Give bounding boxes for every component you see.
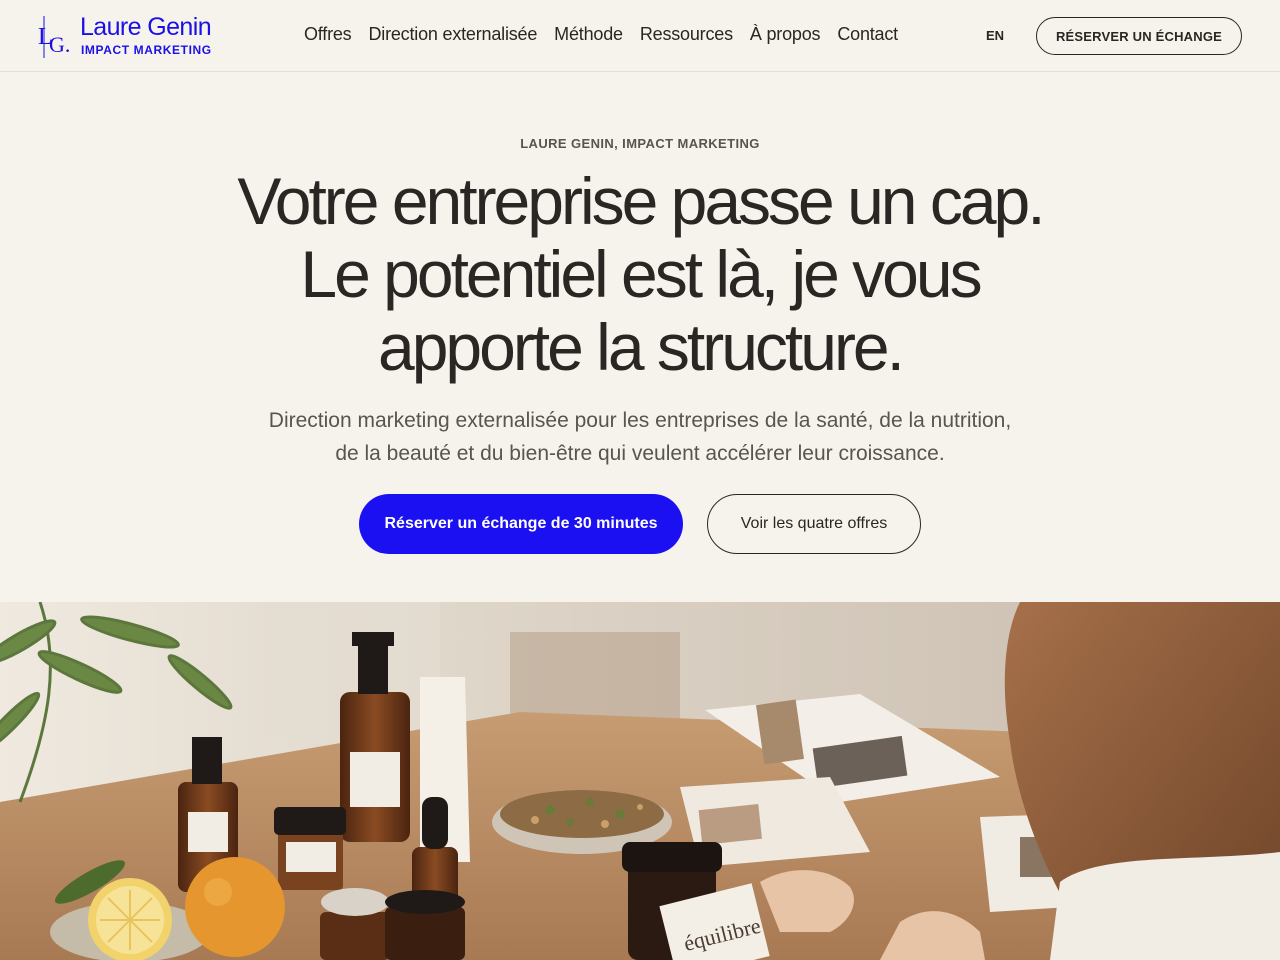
header-book-button[interactable]: RÉSERVER UN ÉCHANGE — [1036, 17, 1242, 55]
view-offers-button[interactable]: Voir les quatre offres — [707, 494, 921, 554]
logo-monogram-icon: L G. — [38, 16, 70, 58]
hero-subtitle-line: Direction marketing externalisée pour le… — [268, 409, 1012, 432]
nav-item-methode[interactable]: Méthode — [554, 24, 623, 45]
logo-tagline: IMPACT MARKETING — [81, 43, 212, 57]
language-switch[interactable]: EN — [986, 28, 1004, 43]
hero-title-line: apporte la structure. — [378, 310, 905, 384]
book-call-button[interactable]: Réserver un échange de 30 minutes — [359, 494, 683, 554]
hero-title-line: Le potentiel est là, je vous — [300, 237, 982, 311]
hero-image: équilibre — [0, 602, 1280, 960]
nav-item-offres[interactable]: Offres — [304, 24, 352, 45]
logo[interactable]: L G. Laure Genin IMPACT MARKETING — [36, 12, 246, 62]
logo-name: Laure Genin — [80, 13, 212, 41]
site-header: L G. Laure Genin IMPACT MARKETING Offres… — [0, 0, 1280, 72]
hero-title: Votre entreprise passe un cap. Le potent… — [100, 165, 1180, 384]
nav-item-contact[interactable]: Contact — [837, 24, 898, 45]
hero-eyebrow: LAURE GENIN, IMPACT MARKETING — [520, 136, 760, 151]
nav-item-direction-externalisee[interactable]: Direction externalisée — [368, 24, 537, 45]
svg-text:G.: G. — [49, 32, 70, 57]
nav-item-ressources[interactable]: Ressources — [640, 24, 733, 45]
hero-photo-illustration: équilibre — [0, 602, 1280, 960]
hero-title-line: Votre entreprise passe un cap. — [237, 164, 1045, 238]
hero-subtitle: Direction marketing externalisée pour le… — [200, 404, 1080, 470]
hero-subtitle-line: de la beauté et du bien-être qui veulent… — [335, 442, 945, 465]
nav-item-a-propos[interactable]: À propos — [750, 24, 821, 45]
main-nav: Offres Direction externalisée Méthode Re… — [304, 24, 898, 45]
